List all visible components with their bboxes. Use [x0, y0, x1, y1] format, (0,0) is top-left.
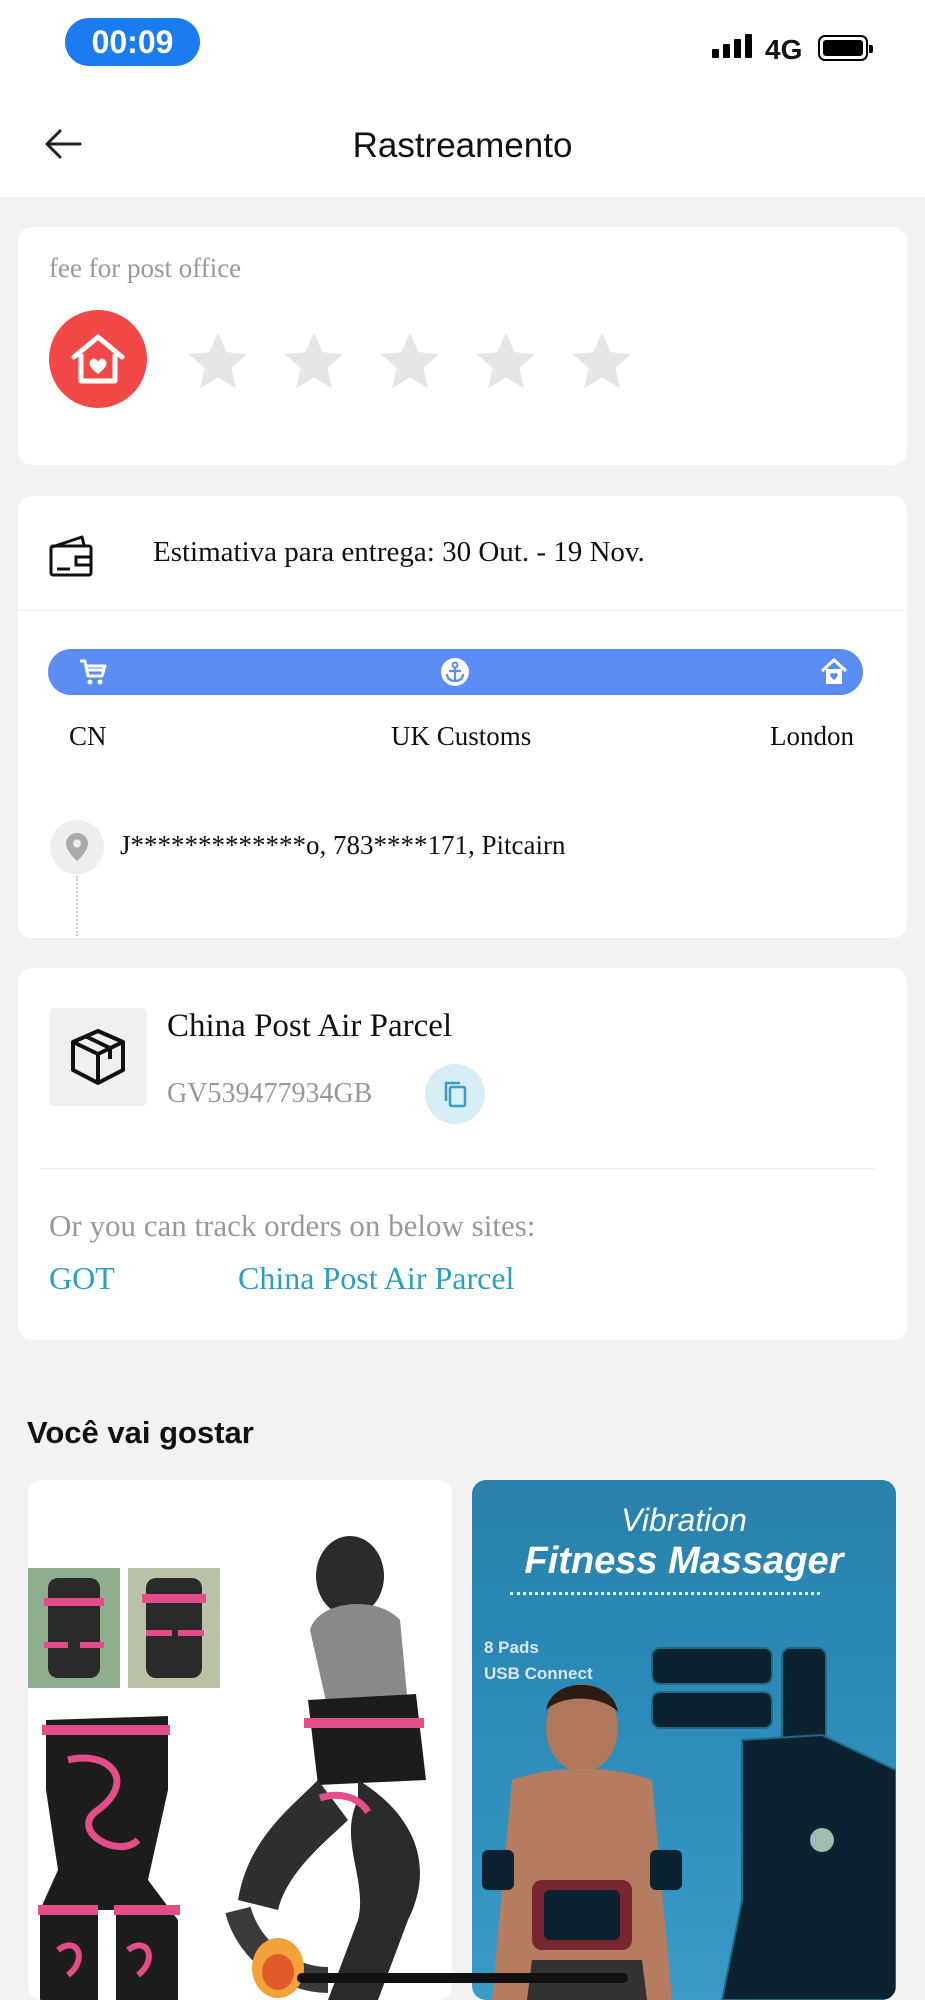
product-card[interactable]: Vibration Fitness Massager 8 Pads USB Co… — [472, 1480, 896, 2000]
link-got[interactable]: GOT — [49, 1260, 115, 1297]
star-icon[interactable] — [567, 327, 637, 397]
wallet-icon — [49, 535, 93, 577]
carrier-name: China Post Air Parcel — [167, 1008, 453, 1044]
status-time[interactable]: 00:09 — [65, 18, 200, 66]
star-icon[interactable] — [375, 327, 445, 397]
copy-button[interactable] — [425, 1064, 485, 1124]
delivery-address: J*************o, 783****171, Pitcairn — [120, 830, 566, 860]
delivery-card: Estimativa para entrega: 30 Out. - 19 No… — [18, 496, 907, 938]
shipping-progress-bar — [48, 649, 863, 695]
delivery-estimate: Estimativa para entrega: 30 Out. - 19 No… — [153, 536, 645, 568]
header: Rastreamento — [0, 90, 925, 197]
carrier-card: China Post Air Parcel GV539477934GB Or y… — [18, 968, 907, 1340]
link-china-post[interactable]: China Post Air Parcel — [238, 1260, 514, 1297]
fitness-massager-image — [482, 1647, 896, 2000]
timeline-line — [76, 876, 78, 936]
stop-origin: CN — [69, 721, 107, 751]
anchor-icon — [441, 658, 469, 686]
network-type: 4G — [765, 34, 803, 65]
location-pin-icon — [50, 820, 104, 874]
home-heart-icon — [49, 310, 147, 408]
stop-destination: London — [770, 721, 854, 751]
track-sites-note: Or you can track orders on below sites: — [49, 1208, 536, 1243]
waist-trainer-belt-image — [28, 1536, 426, 2000]
star-rating[interactable] — [183, 327, 637, 397]
divider — [18, 610, 907, 611]
signal-icon — [712, 34, 752, 58]
recommendations-title: Você vai gostar — [27, 1415, 254, 1450]
copy-icon — [444, 1081, 467, 1108]
page-title: Rastreamento — [352, 126, 573, 165]
rating-label: fee for post office — [49, 253, 242, 283]
stop-customs: UK Customs — [391, 721, 532, 751]
cart-icon — [80, 659, 107, 685]
package-box-icon — [49, 1008, 147, 1106]
product-card[interactable] — [28, 1480, 452, 2000]
divider — [40, 1168, 875, 1169]
star-icon[interactable] — [471, 327, 541, 397]
star-icon[interactable] — [279, 327, 349, 397]
tracking-number: GV539477934GB — [167, 1078, 373, 1109]
rating-card: fee for post office — [18, 227, 907, 465]
status-bar: 00:09 4G — [0, 0, 925, 90]
battery-icon — [818, 35, 873, 61]
home-indicator — [297, 1973, 628, 1983]
star-icon[interactable] — [183, 327, 253, 397]
home-icon — [820, 658, 848, 684]
